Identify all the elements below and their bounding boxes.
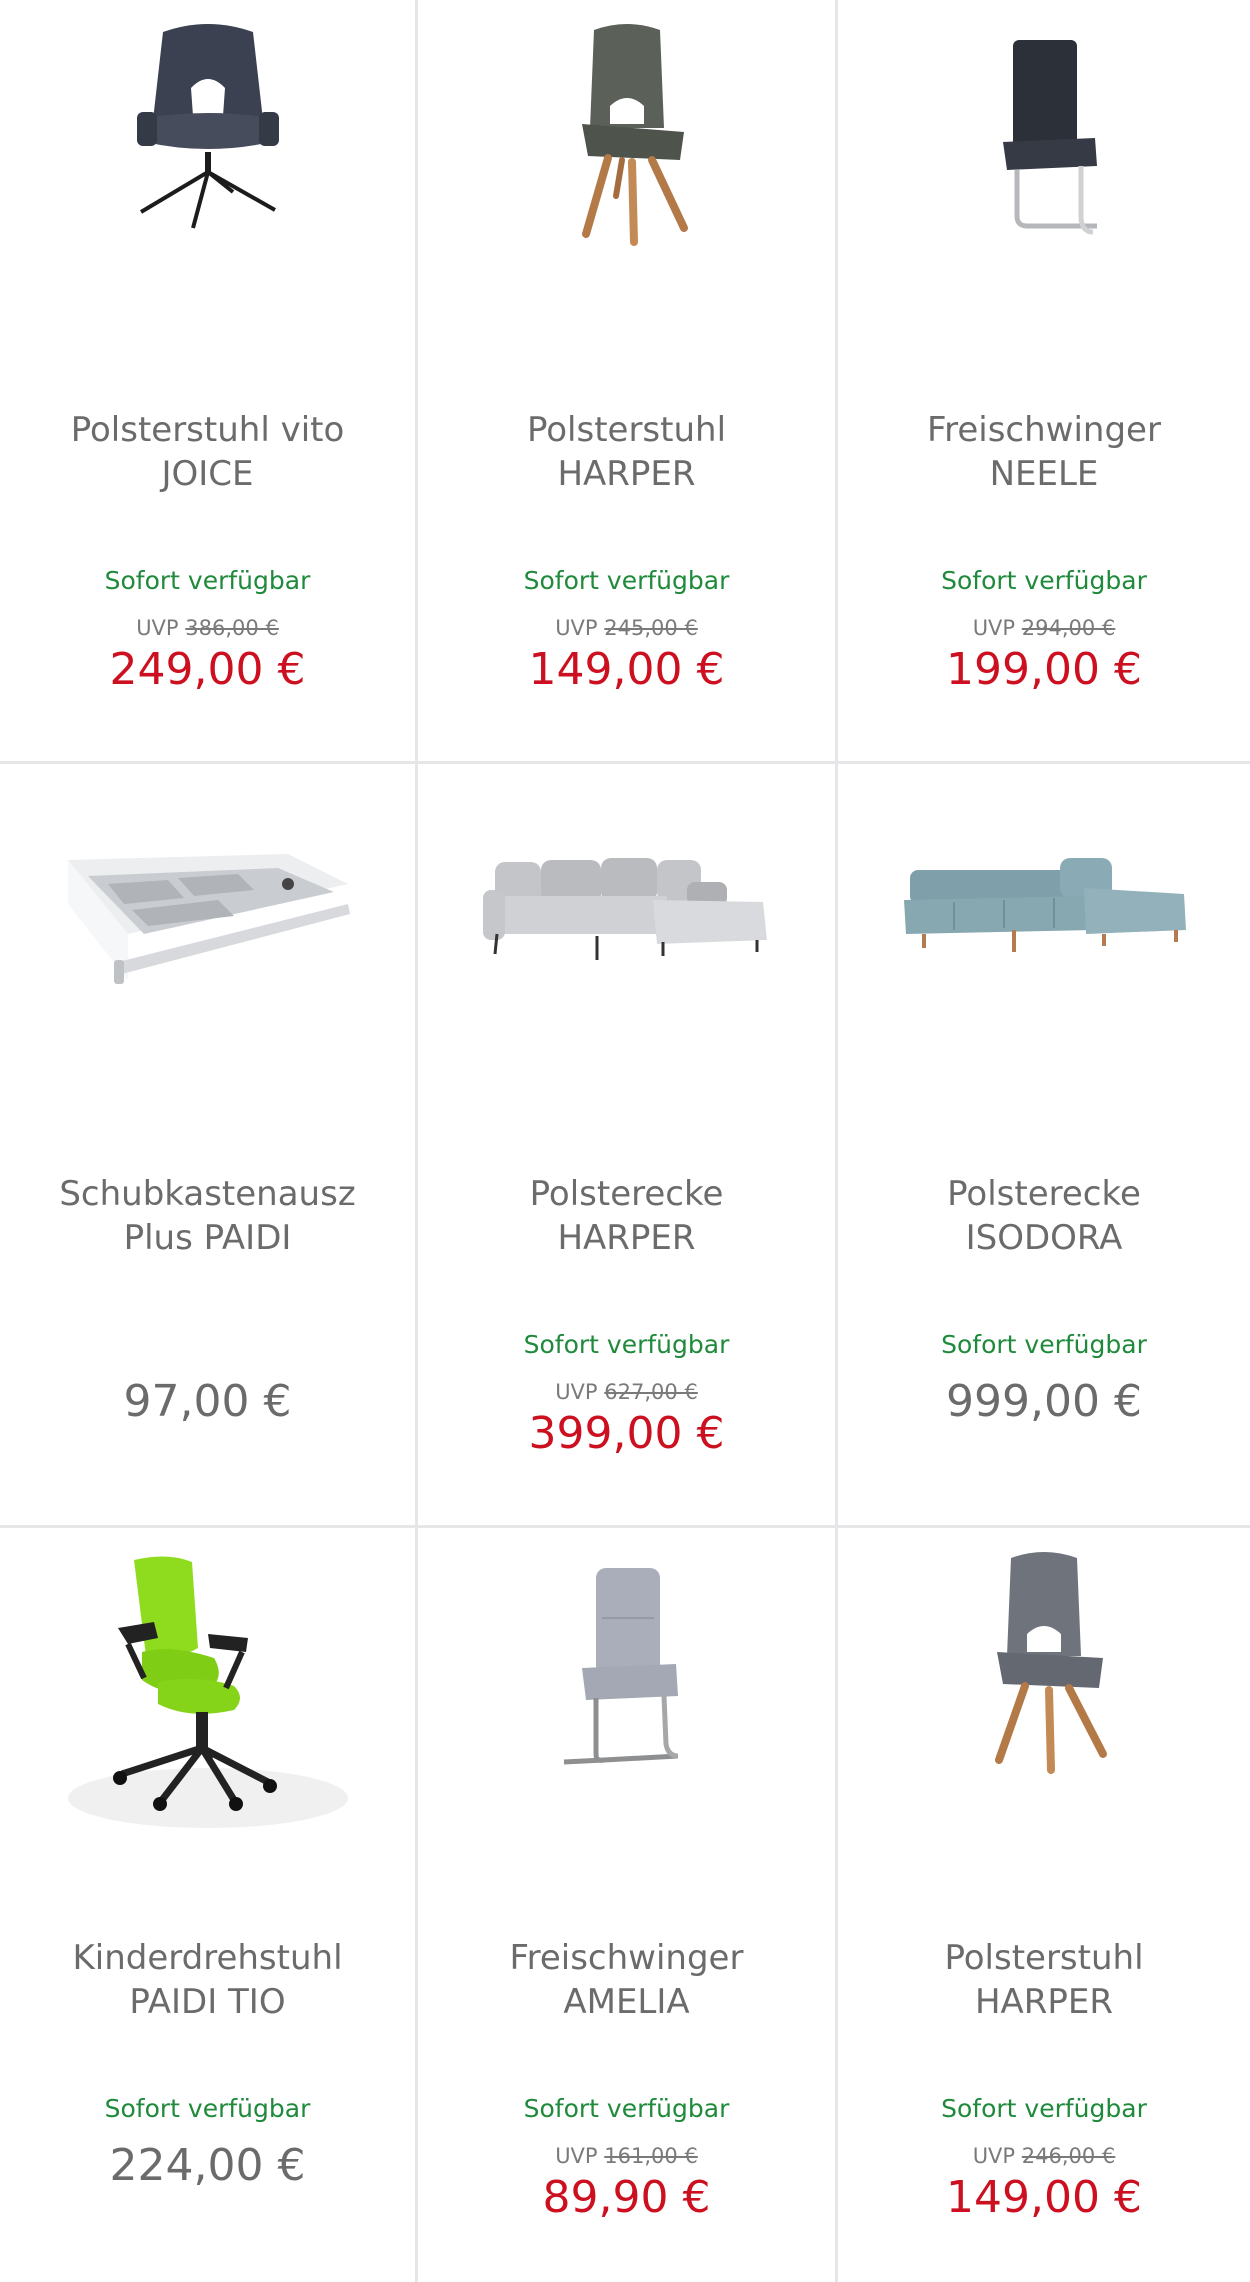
corner-sofa-image xyxy=(904,858,1186,952)
product-title[interactable]: Freischwinger AMELIA xyxy=(426,1936,827,2024)
product-title[interactable]: Polsterstuhl HARPER xyxy=(426,408,827,496)
cantilever-chair-image xyxy=(563,1568,678,1765)
product-title[interactable]: Freischwinger NEELE xyxy=(846,408,1242,496)
price: 224,00 € xyxy=(109,2140,306,2191)
product-card[interactable]: Polsterecke HARPER Sofort verfügbar UVP … xyxy=(418,764,838,1528)
uvp-price: UVP 161,00 € xyxy=(555,2144,698,2168)
price: 999,00 € xyxy=(946,1376,1142,1427)
cantilever-chair-image xyxy=(1003,40,1097,235)
product-card[interactable]: Polsterecke ISODORA Sofort verfügbar 999… xyxy=(838,764,1250,1528)
product-title[interactable]: Polsterstuhl vito JOICE xyxy=(8,408,407,496)
corner-sofa-image xyxy=(482,858,767,960)
product-grid: Polsterstuhl vito JOICE Sofort verfügbar… xyxy=(0,0,1250,2282)
product-card[interactable]: Freischwinger NEELE Sofort verfügbar UVP… xyxy=(838,0,1250,764)
product-card[interactable]: Polsterstuhl HARPER Sofort verfügbar UVP… xyxy=(838,1528,1250,2282)
chair-wood-legs-image xyxy=(581,24,688,246)
product-image[interactable] xyxy=(0,1548,415,1878)
product-card[interactable]: Polsterstuhl HARPER Sofort verfügbar UVP… xyxy=(418,0,838,764)
uvp-price: UVP 245,00 € xyxy=(555,616,698,640)
uvp-price: UVP 294,00 € xyxy=(972,616,1116,640)
availability-label: Sofort verfügbar xyxy=(523,2094,730,2123)
product-image[interactable] xyxy=(838,784,1250,1114)
sale-price: 149,00 € xyxy=(528,644,725,695)
office-chair-image xyxy=(67,1556,348,1828)
product-card[interactable]: Polsterstuhl vito JOICE Sofort verfügbar… xyxy=(0,0,418,764)
availability-label: Sofort verfügbar xyxy=(941,2094,1147,2123)
availability-label: Sofort verfügbar xyxy=(523,566,730,595)
product-title[interactable]: Polsterecke ISODORA xyxy=(846,1172,1242,1260)
uvp-price: UVP 246,00 € xyxy=(972,2144,1116,2168)
product-title[interactable]: Kinderdrehstuhl PAIDI TIO xyxy=(8,1936,407,2024)
sale-price: 199,00 € xyxy=(946,644,1142,695)
product-image[interactable] xyxy=(418,784,835,1114)
sale-price: 149,00 € xyxy=(946,2172,1142,2223)
product-card[interactable]: Schubkastenausz Plus PAIDI 97,00 € xyxy=(0,764,418,1528)
armchair-swivel-image xyxy=(136,24,279,229)
availability-label: Sofort verfügbar xyxy=(941,1330,1147,1359)
sale-price: 89,90 € xyxy=(542,2172,711,2223)
product-image[interactable] xyxy=(838,20,1250,350)
product-title[interactable]: Schubkastenausz Plus PAIDI xyxy=(8,1172,407,1260)
product-image[interactable] xyxy=(418,1548,835,1878)
product-image[interactable] xyxy=(0,20,415,350)
product-image[interactable] xyxy=(838,1548,1250,1878)
availability-label: Sofort verfügbar xyxy=(523,1330,730,1359)
product-card[interactable]: Freischwinger AMELIA Sofort verfügbar UV… xyxy=(418,1528,838,2282)
product-title[interactable]: Polsterecke HARPER xyxy=(426,1172,827,1260)
product-image[interactable] xyxy=(418,20,835,350)
sale-price: 249,00 € xyxy=(109,644,306,695)
uvp-price: UVP 386,00 € xyxy=(136,616,279,640)
availability-label: Sofort verfügbar xyxy=(941,566,1147,595)
product-image[interactable] xyxy=(0,784,415,1114)
drawer-image xyxy=(67,854,350,984)
chair-wood-legs-image xyxy=(995,1552,1107,1774)
availability-label: Sofort verfügbar xyxy=(104,2094,311,2123)
uvp-price: UVP 627,00 € xyxy=(555,1380,698,1404)
product-card[interactable]: Kinderdrehstuhl PAIDI TIO Sofort verfügb… xyxy=(0,1528,418,2282)
availability-label: Sofort verfügbar xyxy=(104,566,311,595)
price: 97,00 € xyxy=(123,1376,292,1427)
sale-price: 399,00 € xyxy=(528,1408,725,1459)
product-title[interactable]: Polsterstuhl HARPER xyxy=(846,1936,1242,2024)
